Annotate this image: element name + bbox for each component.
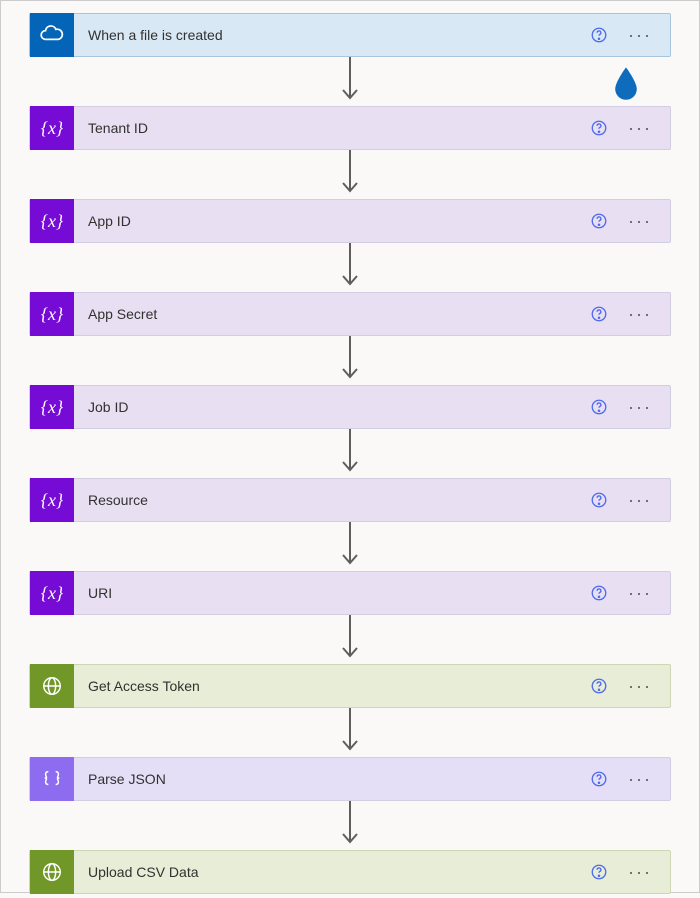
connector-arrow <box>29 522 671 571</box>
step-title: Get Access Token <box>74 678 590 694</box>
variable-icon: {x} <box>30 571 74 615</box>
more-icon[interactable]: ··· <box>628 398 652 416</box>
data-operation-icon <box>30 757 74 801</box>
step-title: Upload CSV Data <box>74 864 590 880</box>
variable-icon: {x} <box>30 292 74 336</box>
connector-arrow <box>29 615 671 664</box>
more-icon[interactable]: ··· <box>628 491 652 509</box>
help-icon[interactable] <box>590 677 608 695</box>
step-title: When a file is created <box>74 27 590 43</box>
step-title: Resource <box>74 492 590 508</box>
help-icon[interactable] <box>590 212 608 230</box>
step-variable-job-id[interactable]: {x} Job ID ··· <box>29 385 671 429</box>
help-icon[interactable] <box>590 398 608 416</box>
step-variable-app-secret[interactable]: {x} App Secret ··· <box>29 292 671 336</box>
variable-icon: {x} <box>30 385 74 429</box>
step-title: URI <box>74 585 590 601</box>
variable-icon: {x} <box>30 478 74 522</box>
step-http-upload-csv-data[interactable]: Upload CSV Data ··· <box>29 850 671 894</box>
variable-icon: {x} <box>30 106 74 150</box>
more-icon[interactable]: ··· <box>628 212 652 230</box>
connector-arrow <box>29 243 671 292</box>
connector-arrow <box>29 801 671 850</box>
more-icon[interactable]: ··· <box>628 119 652 137</box>
help-icon[interactable] <box>590 491 608 509</box>
help-icon[interactable] <box>590 119 608 137</box>
step-http-get-access-token[interactable]: Get Access Token ··· <box>29 664 671 708</box>
step-title: Tenant ID <box>74 120 590 136</box>
step-trigger-file-created[interactable]: When a file is created ··· <box>29 13 671 57</box>
more-icon[interactable]: ··· <box>628 863 652 881</box>
help-icon[interactable] <box>590 770 608 788</box>
variable-icon: {x} <box>30 199 74 243</box>
help-icon[interactable] <box>590 584 608 602</box>
help-icon[interactable] <box>590 305 608 323</box>
connector-arrow <box>29 150 671 199</box>
step-title: App Secret <box>74 306 590 322</box>
step-variable-tenant-id[interactable]: {x} Tenant ID ··· <box>29 106 671 150</box>
step-title: App ID <box>74 213 590 229</box>
connector-arrow <box>29 336 671 385</box>
connector-arrow <box>29 708 671 757</box>
droplet-indicator <box>611 65 641 101</box>
step-parse-json[interactable]: Parse JSON ··· <box>29 757 671 801</box>
connector-arrow <box>29 429 671 478</box>
step-variable-resource[interactable]: {x} Resource ··· <box>29 478 671 522</box>
step-variable-uri[interactable]: {x} URI ··· <box>29 571 671 615</box>
step-variable-app-id[interactable]: {x} App ID ··· <box>29 199 671 243</box>
help-icon[interactable] <box>590 26 608 44</box>
more-icon[interactable]: ··· <box>628 770 652 788</box>
more-icon[interactable]: ··· <box>628 305 652 323</box>
onedrive-icon <box>30 13 74 57</box>
more-icon[interactable]: ··· <box>628 26 652 44</box>
step-title: Job ID <box>74 399 590 415</box>
help-icon[interactable] <box>590 863 608 881</box>
globe-icon <box>30 850 74 894</box>
connector-arrow <box>29 57 671 106</box>
flow-canvas: When a file is created ··· {x} Tenant ID… <box>9 9 691 898</box>
step-title: Parse JSON <box>74 771 590 787</box>
globe-icon <box>30 664 74 708</box>
more-icon[interactable]: ··· <box>628 677 652 695</box>
more-icon[interactable]: ··· <box>628 584 652 602</box>
